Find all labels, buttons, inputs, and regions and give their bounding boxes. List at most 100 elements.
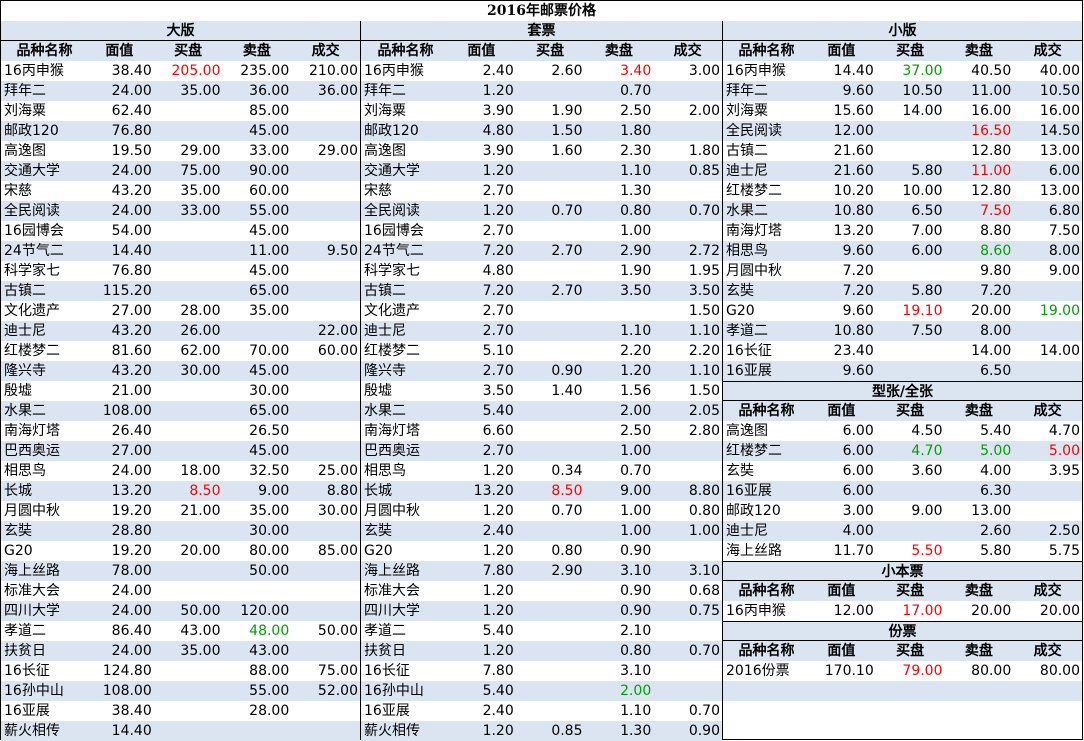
header-row: 品种名称 面值 买盘 卖盘 成交 bbox=[361, 41, 722, 61]
column-header: 卖盘 bbox=[964, 43, 993, 59]
cell-name: 迪士尼 bbox=[364, 323, 406, 339]
cell-value bbox=[653, 181, 722, 201]
column-header: 面值 bbox=[827, 643, 856, 659]
cell-name: 24节气二 bbox=[364, 243, 424, 259]
table-row: 薪火相传 1.20 0.85 1.30 0.90 bbox=[361, 721, 722, 741]
cell-value: 23.40 bbox=[833, 343, 874, 359]
table-row: 交通大学 1.20 1.10 0.85 bbox=[361, 161, 722, 181]
column-header: 品种名称 bbox=[738, 43, 795, 59]
table-row: 宋慈 2.70 1.30 bbox=[361, 181, 722, 201]
cell-value: 76.80 bbox=[111, 263, 152, 279]
cell-value: 5.00 bbox=[1048, 443, 1080, 459]
cell-value: 1.00 bbox=[620, 223, 652, 239]
cell-value: 75.00 bbox=[180, 163, 221, 179]
cell-value bbox=[653, 221, 722, 241]
cell-value: 1.10 bbox=[688, 323, 720, 339]
table-row: 红楼梦二 81.60 62.00 70.00 60.00 bbox=[1, 341, 360, 361]
cell-value: 6.00 bbox=[1048, 163, 1080, 179]
cell-name: 刘海粟 bbox=[364, 103, 406, 119]
cell-value bbox=[516, 81, 585, 101]
header-row: 品种名称 面值 买盘 卖盘 成交 bbox=[723, 41, 1082, 61]
table-row: 月圆中秋 1.20 0.70 1.00 0.80 bbox=[361, 501, 722, 521]
cell-value: 2.60 bbox=[980, 523, 1012, 539]
cell-value bbox=[876, 481, 945, 501]
cell-value: 1.20 bbox=[482, 643, 514, 659]
cell-value: 70.00 bbox=[249, 343, 290, 359]
cell-value bbox=[154, 241, 223, 261]
cell-value bbox=[516, 261, 585, 281]
cell-value bbox=[291, 561, 360, 581]
cell-value bbox=[585, 301, 654, 321]
cell-name: 16亚展 bbox=[364, 703, 410, 719]
table-row: 红楼梦二 5.10 2.20 2.20 bbox=[361, 341, 722, 361]
cell-value bbox=[516, 221, 585, 241]
table-row: 玄奘 2.40 1.00 1.00 bbox=[361, 521, 722, 541]
cell-value: 1.20 bbox=[482, 603, 514, 619]
cell-value: 12.00 bbox=[833, 603, 874, 619]
table-row: 刘海粟 15.60 14.00 16.00 16.00 bbox=[723, 101, 1082, 121]
cell-value: 81.60 bbox=[111, 343, 152, 359]
cell-value: 9.60 bbox=[842, 303, 874, 319]
cell-value: 8.00 bbox=[1048, 243, 1080, 259]
cell-name: 迪士尼 bbox=[726, 523, 768, 539]
column-header: 品种名称 bbox=[377, 43, 434, 59]
cell-value: 5.75 bbox=[1048, 543, 1080, 559]
cell-value: 52.00 bbox=[317, 683, 358, 699]
cell-name: 高逸图 bbox=[4, 143, 46, 159]
cell-value: 3.50 bbox=[482, 383, 514, 399]
cell-value bbox=[1013, 361, 1082, 381]
cell-value bbox=[154, 281, 223, 301]
cell-value bbox=[154, 521, 223, 541]
cell-name: 月圆中秋 bbox=[364, 503, 420, 519]
cell-value bbox=[876, 521, 945, 541]
cell-value bbox=[154, 561, 223, 581]
cell-name: 16孙中山 bbox=[4, 683, 64, 699]
cell-value: 4.50 bbox=[911, 423, 943, 439]
cell-value: 1.30 bbox=[620, 183, 652, 199]
cell-value: 0.90 bbox=[620, 583, 652, 599]
cell-value bbox=[516, 641, 585, 661]
cell-value bbox=[291, 221, 360, 241]
cell-value: 6.00 bbox=[842, 443, 874, 459]
cell-value: 11.00 bbox=[249, 243, 290, 259]
table-row: 南海灯塔 6.60 2.50 2.80 bbox=[361, 421, 722, 441]
cell-value: 0.70 bbox=[688, 203, 720, 219]
cell-value bbox=[1013, 481, 1082, 501]
cell-value bbox=[291, 641, 360, 661]
cell-value: 48.00 bbox=[249, 623, 290, 639]
cell-value: 7.50 bbox=[1048, 223, 1080, 239]
table-row: 刘海粟 3.90 1.90 2.50 2.00 bbox=[361, 101, 722, 121]
cell-value: 55.00 bbox=[249, 203, 290, 219]
cell-value: 5.80 bbox=[911, 163, 943, 179]
cell-value bbox=[516, 341, 585, 361]
table-row: 科学家七 4.80 1.90 1.95 bbox=[361, 261, 722, 281]
cell-value: 108.00 bbox=[102, 403, 152, 419]
cell-value: 35.00 bbox=[249, 503, 290, 519]
cell-value: 27.00 bbox=[111, 303, 152, 319]
cell-value: 120.00 bbox=[240, 603, 290, 619]
cell-value: 1.10 bbox=[688, 363, 720, 379]
cell-value: 10.80 bbox=[833, 203, 874, 219]
cell-value: 7.00 bbox=[911, 223, 943, 239]
cell-value: 124.80 bbox=[102, 663, 152, 679]
cell-value bbox=[516, 401, 585, 421]
cell-value: 1.20 bbox=[482, 583, 514, 599]
cell-value: 88.00 bbox=[249, 663, 290, 679]
cell-name: 16亚展 bbox=[4, 703, 50, 719]
table-row: G20 19.20 20.00 80.00 85.00 bbox=[1, 541, 360, 561]
cell-value: 22.00 bbox=[317, 323, 358, 339]
cell-value: 11.00 bbox=[971, 83, 1012, 99]
cell-value: 6.60 bbox=[482, 423, 514, 439]
cell-name: 16丙申猴 bbox=[364, 63, 424, 79]
cell-value: 65.00 bbox=[249, 283, 290, 299]
cell-value: 9.00 bbox=[1048, 263, 1080, 279]
cell-value bbox=[1013, 501, 1082, 521]
cell-value: 2.90 bbox=[620, 243, 652, 259]
cell-value: 13.00 bbox=[971, 503, 1012, 519]
cell-value: 30.00 bbox=[249, 383, 290, 399]
table-row: 刘海粟 62.40 85.00 bbox=[1, 101, 360, 121]
cell-value bbox=[291, 181, 360, 201]
cell-value: 7.20 bbox=[842, 263, 874, 279]
cell-value: 8.80 bbox=[326, 483, 358, 499]
cell-value: 1.30 bbox=[620, 723, 652, 739]
